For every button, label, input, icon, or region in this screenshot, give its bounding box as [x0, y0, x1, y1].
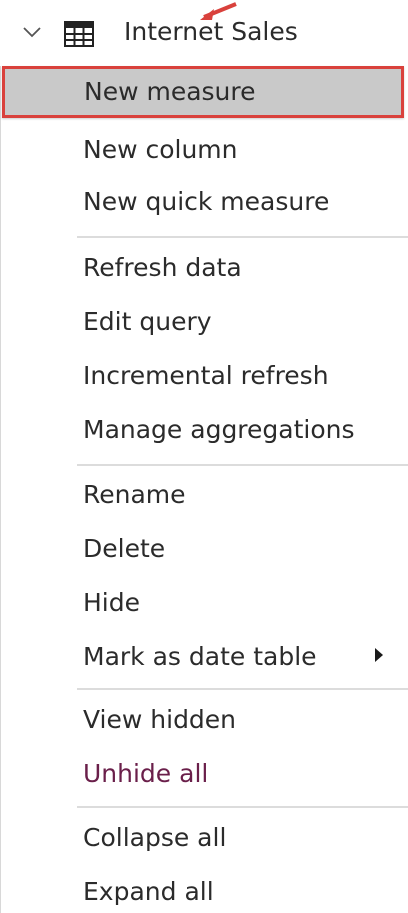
menu-item-incremental-refresh[interactable]: Incremental refresh — [1, 350, 408, 402]
menu-item-label: Mark as date table — [83, 642, 317, 671]
menu-item-label: Incremental refresh — [83, 361, 329, 390]
menu-separator — [77, 464, 408, 466]
menu-item-collapse-all[interactable]: Collapse all — [1, 812, 408, 864]
table-node-internet-sales[interactable]: Internet Sales — [0, 0, 408, 66]
menu-item-label: New measure — [84, 77, 256, 106]
menu-separator — [77, 806, 408, 808]
menu-item-edit-query[interactable]: Edit query — [1, 296, 408, 348]
menu-item-label: Collapse all — [83, 823, 227, 852]
chevron-down-icon[interactable] — [22, 22, 42, 42]
menu-item-label: New column — [83, 135, 238, 164]
annotation-arrow-icon — [200, 2, 237, 20]
menu-item-manage-aggregations[interactable]: Manage aggregations — [1, 404, 408, 456]
menu-item-label: Edit query — [83, 307, 212, 336]
menu-item-unhide-all[interactable]: Unhide all — [1, 748, 408, 800]
menu-item-new-quick-measure[interactable]: New quick measure — [1, 176, 408, 228]
menu-item-label: Unhide all — [83, 759, 209, 788]
menu-item-view-hidden[interactable]: View hidden — [1, 694, 408, 746]
menu-item-label: Manage aggregations — [83, 415, 355, 444]
menu-item-rename[interactable]: Rename — [1, 469, 408, 521]
menu-item-label: Expand all — [83, 877, 214, 906]
menu-separator — [77, 236, 408, 238]
menu-item-expand-all[interactable]: Expand all — [1, 866, 408, 913]
context-menu: New measure New column New quick measure… — [0, 66, 408, 913]
menu-item-hide[interactable]: Hide — [1, 577, 408, 629]
menu-item-new-measure[interactable]: New measure — [2, 66, 404, 118]
menu-item-refresh-data[interactable]: Refresh data — [1, 242, 408, 294]
menu-item-mark-as-date-table[interactable]: Mark as date table — [1, 631, 408, 683]
menu-item-new-column[interactable]: New column — [1, 124, 408, 176]
menu-item-label: Rename — [83, 480, 186, 509]
menu-item-label: Delete — [83, 534, 166, 563]
submenu-arrow-icon — [375, 648, 383, 662]
menu-item-label: Hide — [83, 588, 140, 617]
menu-item-label: Refresh data — [83, 253, 242, 282]
fields-pane-context: Internet Sales New measure New column Ne… — [0, 0, 408, 913]
table-icon — [64, 21, 94, 47]
menu-separator — [77, 688, 408, 690]
menu-item-label: New quick measure — [83, 187, 330, 216]
menu-item-delete[interactable]: Delete — [1, 523, 408, 575]
menu-item-label: View hidden — [83, 705, 237, 734]
